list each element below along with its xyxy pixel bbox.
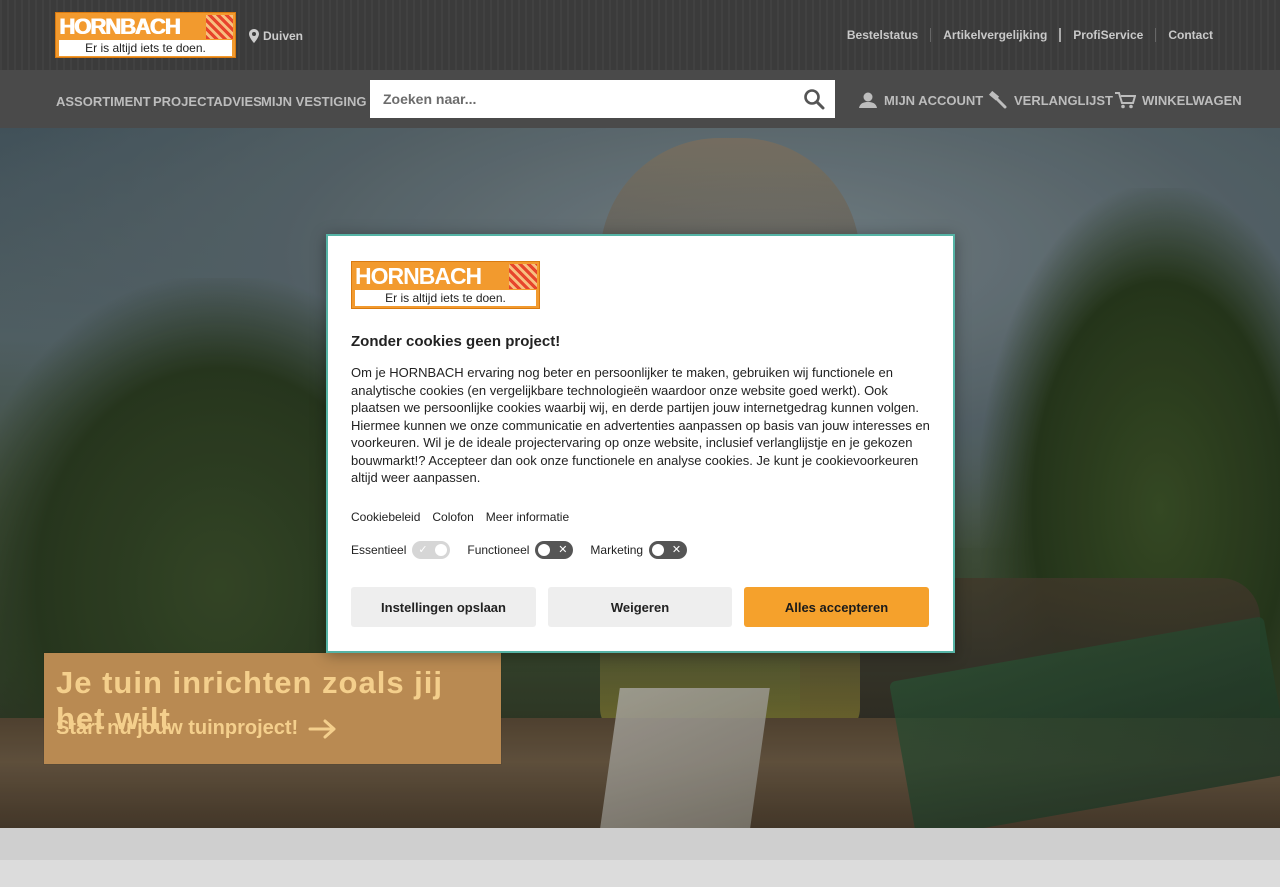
toggle-essentieel-label: Essentieel xyxy=(351,543,407,557)
toggle-marketing-label: Marketing xyxy=(590,543,644,557)
link-colofon[interactable]: Colofon xyxy=(432,510,473,524)
check-icon: ✓ xyxy=(418,544,428,556)
toggle-knob xyxy=(538,544,551,556)
cookie-body-text: Om je HORNBACH ervaring nog beter en per… xyxy=(351,365,930,485)
close-icon: ✕ xyxy=(671,544,682,556)
cookie-toggles: Essentieel ✓ Functioneel ✕ Marketing ✕ xyxy=(351,541,704,559)
save-settings-button[interactable]: Instellingen opslaan xyxy=(351,587,536,627)
toggle-functioneel-switch[interactable]: ✕ xyxy=(535,541,574,559)
toggle-functioneel: Functioneel ✕ xyxy=(467,541,574,559)
toggle-knob xyxy=(435,544,448,556)
cookie-consent-dialog: HORNBACH Er is altijd iets te doen. Zond… xyxy=(326,234,955,653)
toggle-knob xyxy=(652,544,665,556)
accept-all-button[interactable]: Alles accepteren xyxy=(744,587,929,627)
toggle-essentieel-switch[interactable]: ✓ xyxy=(412,541,451,559)
toggle-essentieel: Essentieel ✓ xyxy=(351,541,451,559)
modal-logo-tagline: Er is altijd iets te doen. xyxy=(355,290,536,306)
toggle-marketing-switch[interactable]: ✕ xyxy=(649,541,688,559)
cookie-links: Cookiebeleid Colofon Meer informatie xyxy=(351,510,569,524)
link-cookiebeleid[interactable]: Cookiebeleid xyxy=(351,510,420,524)
toggle-marketing: Marketing ✕ xyxy=(590,541,688,559)
modal-logo-wordmark: HORNBACH xyxy=(355,263,482,289)
modal-logo-stripes-icon xyxy=(509,264,537,289)
cookie-title: Zonder cookies geen project! xyxy=(351,333,561,350)
toggle-functioneel-label: Functioneel xyxy=(467,543,530,557)
deny-button[interactable]: Weigeren xyxy=(548,587,732,627)
close-icon: ✕ xyxy=(558,544,568,556)
modal-hornbach-logo: HORNBACH Er is altijd iets te doen. xyxy=(351,261,540,309)
link-meer-informatie[interactable]: Meer informatie xyxy=(486,510,569,524)
